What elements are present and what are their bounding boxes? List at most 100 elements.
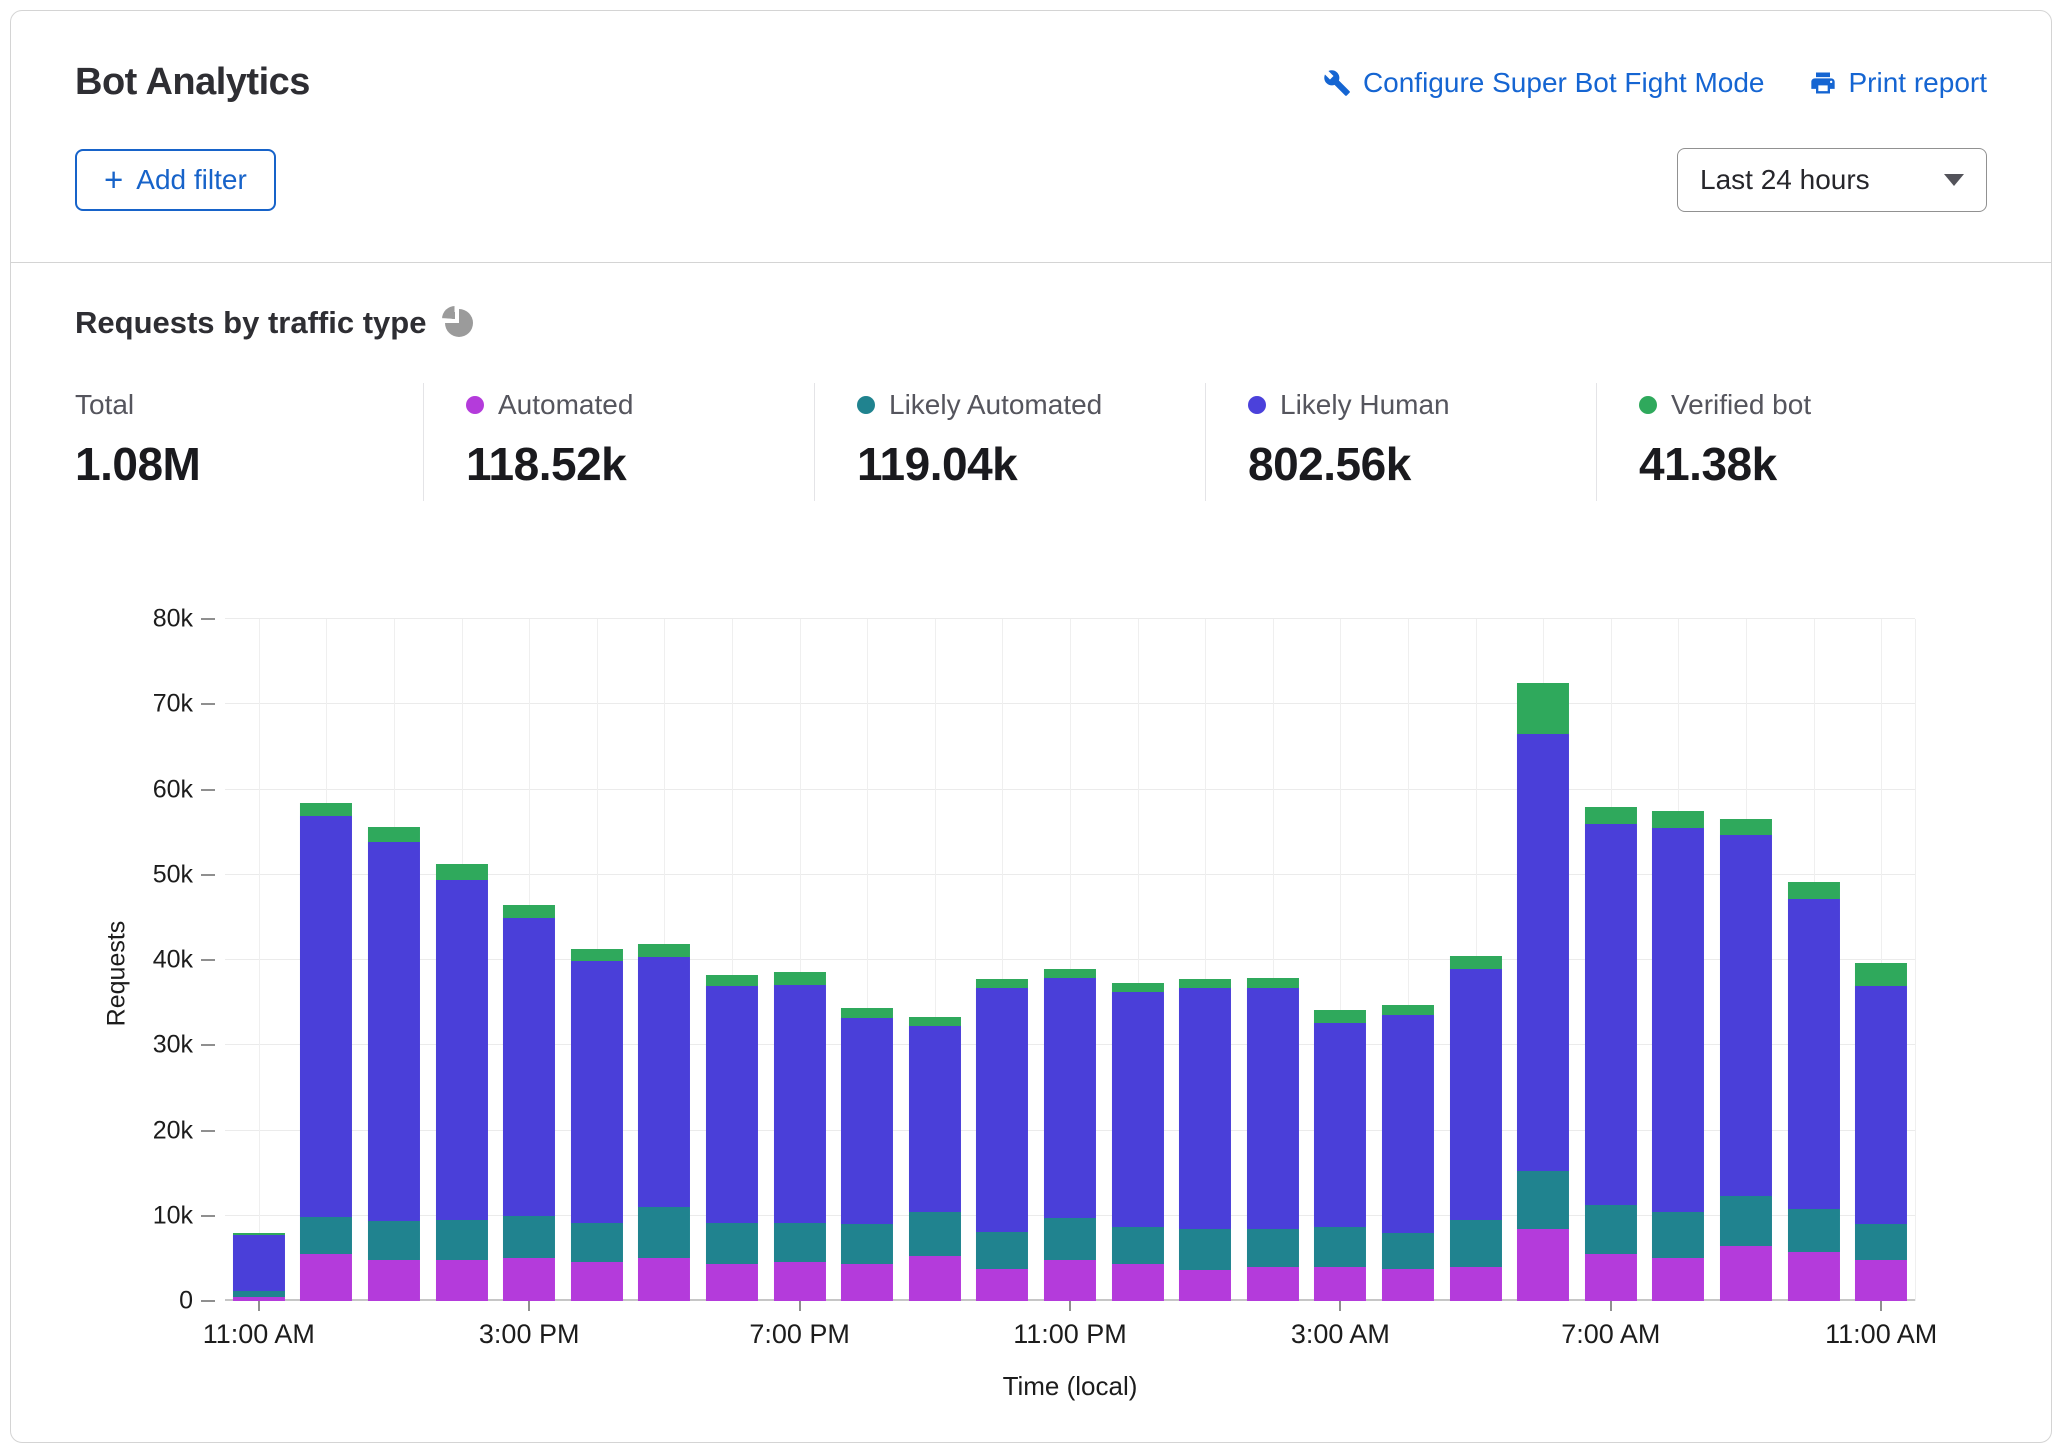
- time-range-select[interactable]: Last 24 hours: [1677, 148, 1987, 212]
- bar-segment-verified-bot: [300, 803, 352, 816]
- stat-value: 118.52k: [466, 437, 804, 491]
- bar-segment-verified-bot: [1382, 1005, 1434, 1015]
- print-report-link[interactable]: Print report: [1809, 67, 1988, 99]
- bar-6-00-am-19[interactable]: [1517, 619, 1569, 1301]
- y-tick-label: 30k: [153, 1031, 193, 1060]
- bar-segment-likely-automated: [841, 1224, 893, 1263]
- bar-segment-automated: [1247, 1267, 1299, 1301]
- bar-segment-likely-automated: [1044, 1218, 1096, 1260]
- bar-1-00-am-14[interactable]: [1179, 619, 1231, 1301]
- bar-3-00-am-16[interactable]: [1314, 619, 1366, 1301]
- y-tick-mark: [201, 1130, 215, 1132]
- bar-6-00-pm-7[interactable]: [706, 619, 758, 1301]
- bar-segment-likely-human: [1314, 1023, 1366, 1227]
- bar-segment-likely-automated: [300, 1217, 352, 1254]
- time-range-value: Last 24 hours: [1700, 164, 1870, 196]
- configure-super-bot-fight-mode-link[interactable]: Configure Super Bot Fight Mode: [1323, 67, 1765, 99]
- card-body: Requests by traffic type Total 1.08M Aut…: [11, 263, 2051, 1421]
- bar-5-00-am-18[interactable]: [1450, 619, 1502, 1301]
- bar-3-00-pm-4[interactable]: [503, 619, 555, 1301]
- x-tick-mark: [1880, 1301, 1882, 1311]
- traffic-stats-row: Total 1.08M Automated 118.52k Likely Aut…: [75, 383, 1987, 501]
- x-tick-label: 11:00 AM: [1825, 1319, 1937, 1350]
- stat-label: Likely Automated: [889, 389, 1102, 421]
- y-tick-label: 40k: [153, 946, 193, 975]
- bar-4-00-pm-5[interactable]: [571, 619, 623, 1301]
- bar-7-00-pm-8[interactable]: [774, 619, 826, 1301]
- y-tick-mark: [201, 874, 215, 876]
- bar-segment-likely-automated: [1652, 1212, 1704, 1259]
- bar-11-00-pm-12[interactable]: [1044, 619, 1096, 1301]
- bar-segment-verified-bot: [976, 979, 1028, 988]
- x-tick-mark: [258, 1301, 260, 1311]
- bar-2-00-am-15[interactable]: [1247, 619, 1299, 1301]
- chart-plot-area: 11:00 AM3:00 PM7:00 PM11:00 PM3:00 AM7:0…: [225, 619, 1915, 1301]
- bar-segment-likely-human: [1044, 978, 1096, 1218]
- bar-segment-automated: [1450, 1267, 1502, 1301]
- bar-5-00-pm-6[interactable]: [638, 619, 690, 1301]
- bar-segment-verified-bot: [706, 975, 758, 987]
- bar-4-00-am-17[interactable]: [1382, 619, 1434, 1301]
- bar-segment-verified-bot: [774, 972, 826, 985]
- bar-9-00-am-22[interactable]: [1720, 619, 1772, 1301]
- bar-8-00-pm-9[interactable]: [841, 619, 893, 1301]
- bar-segment-likely-human: [1517, 734, 1569, 1170]
- add-filter-label: Add filter: [136, 164, 247, 196]
- bar-segment-likely-automated: [1112, 1227, 1164, 1265]
- bar-segment-likely-automated: [571, 1223, 623, 1261]
- stat-card: Likely Human 802.56k: [1205, 383, 1596, 501]
- bar-segment-likely-automated: [1382, 1233, 1434, 1269]
- bar-segment-verified-bot: [1788, 882, 1840, 899]
- bar-11-00-am-24[interactable]: [1855, 619, 1907, 1301]
- bar-10-00-pm-11[interactable]: [976, 619, 1028, 1301]
- stat-label: Likely Human: [1280, 389, 1450, 421]
- bar-segment-likely-human: [1179, 988, 1231, 1228]
- bar-segment-likely-human: [774, 985, 826, 1223]
- bar-9-00-pm-10[interactable]: [909, 619, 961, 1301]
- stat-card: Automated 118.52k: [423, 383, 814, 501]
- bar-segment-likely-automated: [1585, 1205, 1637, 1254]
- y-tick-mark: [201, 789, 215, 791]
- bar-segment-verified-bot: [1112, 983, 1164, 992]
- bar-segment-automated: [706, 1264, 758, 1301]
- bar-segment-automated: [1382, 1269, 1434, 1301]
- x-tick-mark: [528, 1301, 530, 1311]
- bar-segment-automated: [1517, 1229, 1569, 1301]
- bar-segment-automated: [1112, 1264, 1164, 1301]
- x-tick-mark: [1069, 1301, 1071, 1311]
- bar-11-00-am-0[interactable]: [233, 619, 285, 1301]
- bar-segment-likely-automated: [1450, 1220, 1502, 1267]
- bar-segment-likely-human: [1450, 969, 1502, 1220]
- x-tick-label: 3:00 PM: [479, 1319, 580, 1350]
- stat-label: Total: [75, 389, 134, 421]
- y-tick-label: 10k: [153, 1201, 193, 1230]
- requests-by-traffic-type-chart[interactable]: Requests 010k20k30k40k50k60k70k80k 11:00…: [75, 559, 1987, 1421]
- bar-segment-automated: [1652, 1258, 1704, 1301]
- stat-card: Verified bot 41.38k: [1596, 383, 1987, 501]
- bar-8-00-am-21[interactable]: [1652, 619, 1704, 1301]
- bar-segment-verified-bot: [571, 949, 623, 961]
- bar-2-00-pm-3[interactable]: [436, 619, 488, 1301]
- bar-7-00-am-20[interactable]: [1585, 619, 1637, 1301]
- bar-segment-automated: [841, 1264, 893, 1302]
- card-header: Bot Analytics Configure Super Bot Fight …: [11, 11, 2051, 263]
- add-filter-button[interactable]: + Add filter: [75, 149, 276, 211]
- bar-segment-verified-bot: [1450, 956, 1502, 969]
- bar-12-00-pm-1[interactable]: [300, 619, 352, 1301]
- bar-segment-verified-bot: [368, 827, 420, 841]
- bar-segment-automated: [436, 1260, 488, 1301]
- bar-1-00-pm-2[interactable]: [368, 619, 420, 1301]
- bot-analytics-card: Bot Analytics Configure Super Bot Fight …: [10, 10, 2052, 1443]
- y-tick-mark: [201, 959, 215, 961]
- y-tick-mark: [201, 618, 215, 620]
- bar-segment-verified-bot: [1179, 979, 1231, 988]
- bar-segment-likely-human: [976, 988, 1028, 1232]
- bar-segment-automated: [976, 1269, 1028, 1301]
- bar-segment-verified-bot: [841, 1008, 893, 1018]
- bar-segment-verified-bot: [1044, 969, 1096, 978]
- bar-12-00-am-13[interactable]: [1112, 619, 1164, 1301]
- bar-segment-automated: [1179, 1270, 1231, 1301]
- bar-segment-automated: [1855, 1260, 1907, 1301]
- header-links: Configure Super Bot Fight Mode Print rep…: [1323, 67, 1987, 99]
- bar-10-00-am-23[interactable]: [1788, 619, 1840, 1301]
